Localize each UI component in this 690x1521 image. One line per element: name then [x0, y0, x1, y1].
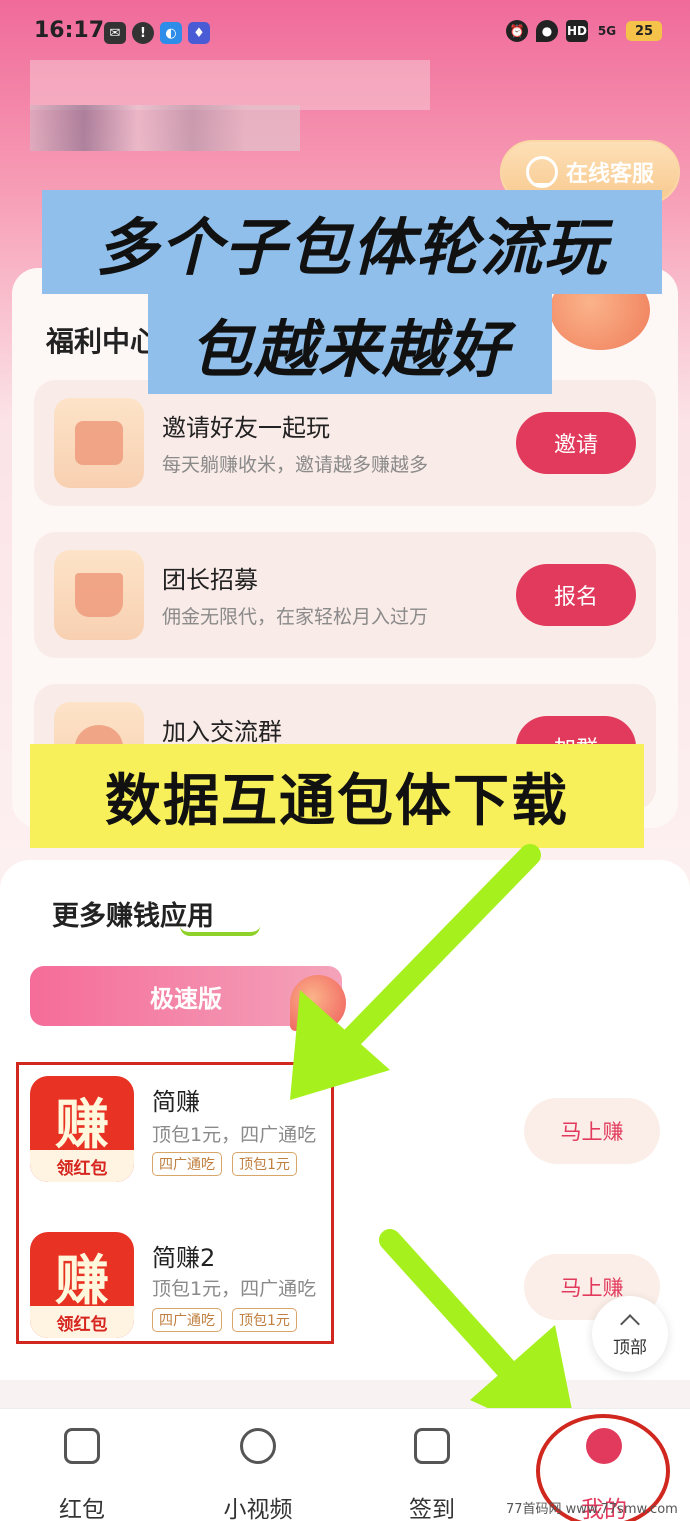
- nav-item-checkin[interactable]: 签到: [372, 1428, 492, 1521]
- watermark: 77首码网 www.77smw.com: [506, 1502, 678, 1517]
- red-packet-icon: [64, 1428, 100, 1464]
- nav-label: 红包: [59, 1497, 105, 1521]
- arrow-down-left-icon: [290, 844, 541, 1100]
- play-icon: [240, 1428, 276, 1464]
- nav-item-red-packet[interactable]: 红包: [22, 1428, 142, 1521]
- green-arrows: [290, 844, 580, 1450]
- nav-label: 签到: [409, 1497, 455, 1521]
- nav-label: 小视频: [223, 1497, 293, 1521]
- nav-item-video[interactable]: 小视频: [198, 1428, 318, 1521]
- checkin-icon: [414, 1428, 450, 1464]
